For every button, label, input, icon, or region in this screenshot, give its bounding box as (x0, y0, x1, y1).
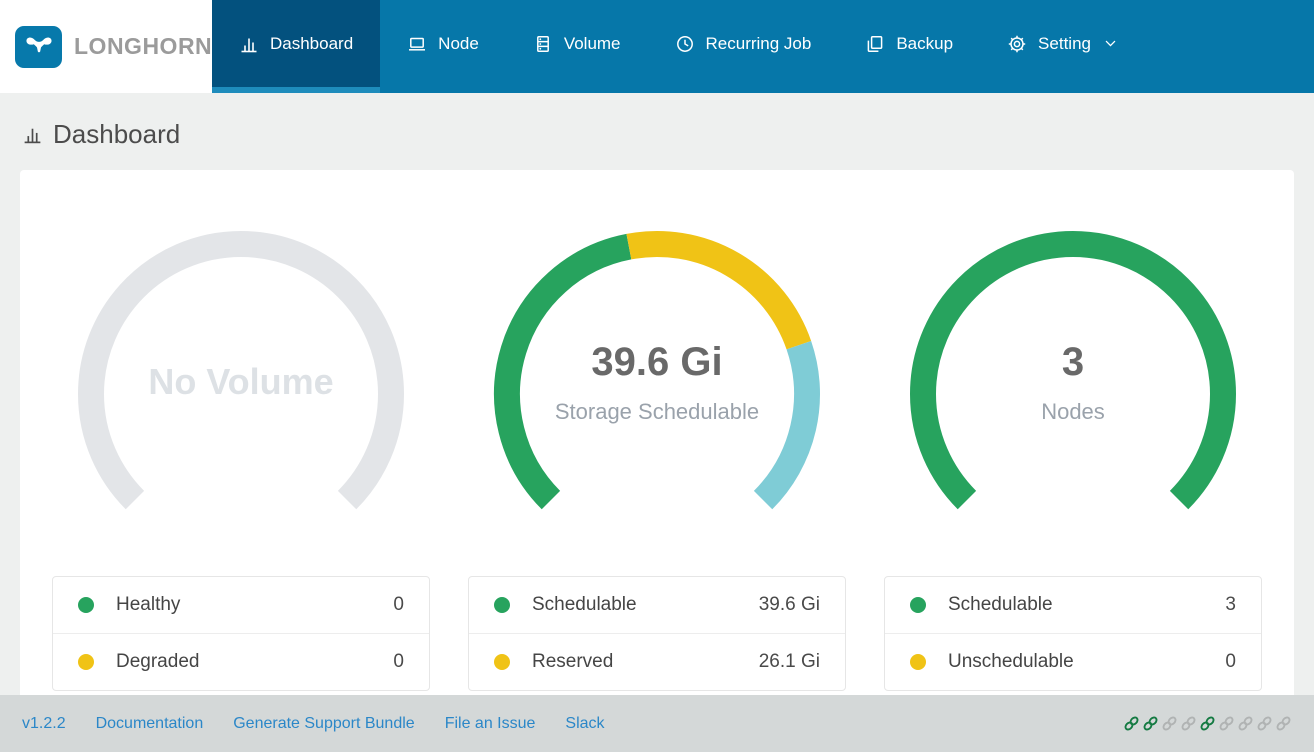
link-status-icon (1180, 715, 1197, 732)
nav-item-node[interactable]: Node (380, 0, 506, 93)
legend-row-degraded[interactable]: Degraded 0 (53, 633, 429, 690)
legend-value: 0 (1225, 651, 1236, 672)
node-gauge-legend: Schedulable 3 Unschedulable 0 (884, 576, 1262, 691)
footer-link-documentation[interactable]: Documentation (96, 715, 204, 733)
page-title: Dashboard (22, 119, 1294, 150)
main-content: Dashboard No Volume Healthy 0 Degraded 0 39.6… (0, 119, 1314, 752)
legend-label: Healthy (116, 594, 181, 615)
link-status-icon (1142, 715, 1159, 732)
legend-value: 0 (393, 651, 404, 672)
brand-name: LONGHORN (74, 33, 213, 59)
volume-gauge-arc (78, 231, 404, 510)
link-status-icon (1123, 715, 1140, 732)
legend-label: Unschedulable (948, 651, 1074, 672)
gauge-segment-no-volume (78, 231, 404, 510)
footer-bar: v1.2.2 Documentation Generate Support Bund… (0, 695, 1314, 752)
node-gauge: 3 Nodes (897, 216, 1249, 548)
node-gauge-panel: 3 Nodes Schedulable 3 Unschedulable 0 (884, 216, 1262, 691)
nav-item-label: Dashboard (270, 33, 354, 53)
legend-row-schedulable[interactable]: Schedulable 3 (885, 577, 1261, 633)
legend-row-healthy[interactable]: Healthy 0 (53, 577, 429, 633)
node-icon (407, 34, 427, 54)
legend-label: Schedulable (532, 594, 637, 615)
storage-gauge-arc (494, 231, 820, 510)
node-gauge-arc (910, 231, 1236, 510)
footer-link-generate-support-bundle[interactable]: Generate Support Bundle (233, 715, 414, 733)
legend-dot-icon (494, 654, 510, 670)
nav-item-label: Setting (1038, 33, 1091, 53)
recurring-job-icon (675, 34, 695, 54)
legend-value: 3 (1225, 594, 1236, 615)
legend-dot-icon (494, 597, 510, 613)
backup-icon (865, 34, 885, 54)
footer-link-file-an-issue[interactable]: File an Issue (445, 715, 536, 733)
legend-label: Reserved (532, 651, 614, 672)
gauge-segment-reserved (626, 231, 812, 350)
legend-value: 39.6 Gi (758, 594, 820, 615)
nav-item-dashboard[interactable]: Dashboard (212, 0, 381, 93)
legend-label: Degraded (116, 651, 200, 672)
footer-version-link[interactable]: v1.2.2 (22, 715, 66, 733)
link-status-icon (1199, 715, 1216, 732)
setting-gear-icon (1007, 34, 1027, 54)
legend-row-reserved[interactable]: Reserved 26.1 Gi (469, 633, 845, 690)
link-status-icon (1237, 715, 1254, 732)
legend-dot-icon (78, 654, 94, 670)
volume-gauge-panel: No Volume Healthy 0 Degraded 0 (52, 216, 430, 691)
page-title-text: Dashboard (53, 119, 181, 149)
nav-item-setting[interactable]: Setting (980, 0, 1144, 93)
gauge-segment-schedulable (494, 233, 632, 510)
gauge-segment-used (753, 340, 820, 510)
dashboard-icon (239, 34, 259, 54)
legend-dot-icon (78, 597, 94, 613)
storage-gauge-panel: 39.6 Gi Storage Schedulable Schedulable 39.… (468, 216, 846, 691)
nav-item-label: Backup (896, 33, 954, 53)
link-status-icon (1218, 715, 1235, 732)
nav-item-backup[interactable]: Backup (838, 0, 980, 93)
legend-dot-icon (910, 654, 926, 670)
volume-gauge: No Volume (65, 216, 417, 548)
nav-item-volume[interactable]: Volume (506, 0, 648, 93)
nav-item-label: Node (438, 33, 479, 53)
legend-row-schedulable[interactable]: Schedulable 39.6 Gi (469, 577, 845, 633)
nav-item-label: Recurring Job (705, 33, 812, 53)
chevron-down-icon (1104, 37, 1117, 50)
legend-row-unschedulable[interactable]: Unschedulable 0 (885, 633, 1261, 690)
gauge-segment-schedulable (910, 231, 1236, 510)
storage-gauge-legend: Schedulable 39.6 Gi Reserved 26.1 Gi (468, 576, 846, 691)
link-status-icon (1161, 715, 1178, 732)
top-nav-bar: LONGHORN Dashboard Node Volume Recurring Jo… (0, 0, 1314, 93)
dashboard-card: No Volume Healthy 0 Degraded 0 39.6 Gi Storage… (20, 170, 1294, 752)
footer-links: v1.2.2 Documentation Generate Support Bund… (22, 715, 605, 733)
legend-label: Schedulable (948, 594, 1053, 615)
volume-icon (533, 34, 553, 54)
legend-value: 26.1 Gi (758, 651, 820, 672)
footer-link-status-icons (1123, 715, 1292, 732)
longhorn-logo-icon (15, 25, 62, 68)
legend-dot-icon (910, 597, 926, 613)
nav-item-label: Volume (563, 33, 621, 53)
storage-gauge: 39.6 Gi Storage Schedulable (481, 216, 833, 548)
legend-value: 0 (393, 594, 404, 615)
brand[interactable]: LONGHORN (0, 0, 212, 93)
nav-item-recurring-job[interactable]: Recurring Job (648, 0, 839, 93)
volume-gauge-legend: Healthy 0 Degraded 0 (52, 576, 430, 691)
footer-link-slack[interactable]: Slack (565, 715, 604, 733)
gauge-columns: No Volume Healthy 0 Degraded 0 39.6 Gi Storage… (52, 216, 1262, 691)
dashboard-title-icon (22, 124, 43, 145)
link-status-icon (1275, 715, 1292, 732)
main-nav: Dashboard Node Volume Recurring Job Backup Se… (212, 0, 1314, 93)
link-status-icon (1256, 715, 1273, 732)
